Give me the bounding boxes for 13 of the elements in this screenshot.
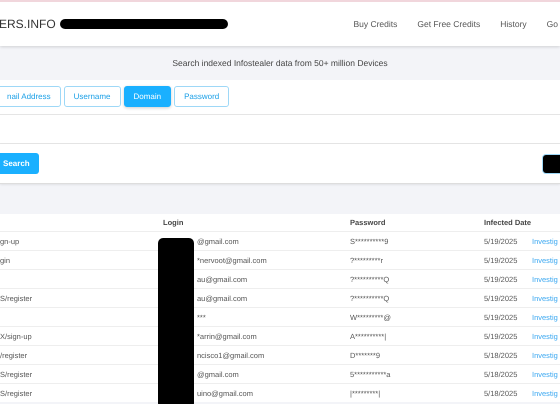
search-field[interactable] (0, 114, 560, 144)
search-type-tab[interactable]: Username (64, 86, 120, 107)
nav-link[interactable]: Get Free Credits (417, 19, 480, 29)
redaction-bar (542, 154, 560, 174)
nav-link[interactable]: History (500, 19, 527, 29)
subtitle-text: Search indexed Infostealer data from 50+ million Devices (171, 57, 389, 70)
site-logo[interactable]: ERS.INFO (0, 17, 56, 31)
nav-link[interactable]: Buy Credits (353, 19, 398, 29)
search-button[interactable]: Search (0, 153, 39, 174)
search-type-tab[interactable]: nail Address (0, 86, 61, 107)
search-type-tab[interactable]: Domain (124, 86, 172, 107)
search-type-tab[interactable]: Password (174, 86, 230, 107)
nav-link[interactable]: Go (546, 19, 558, 29)
